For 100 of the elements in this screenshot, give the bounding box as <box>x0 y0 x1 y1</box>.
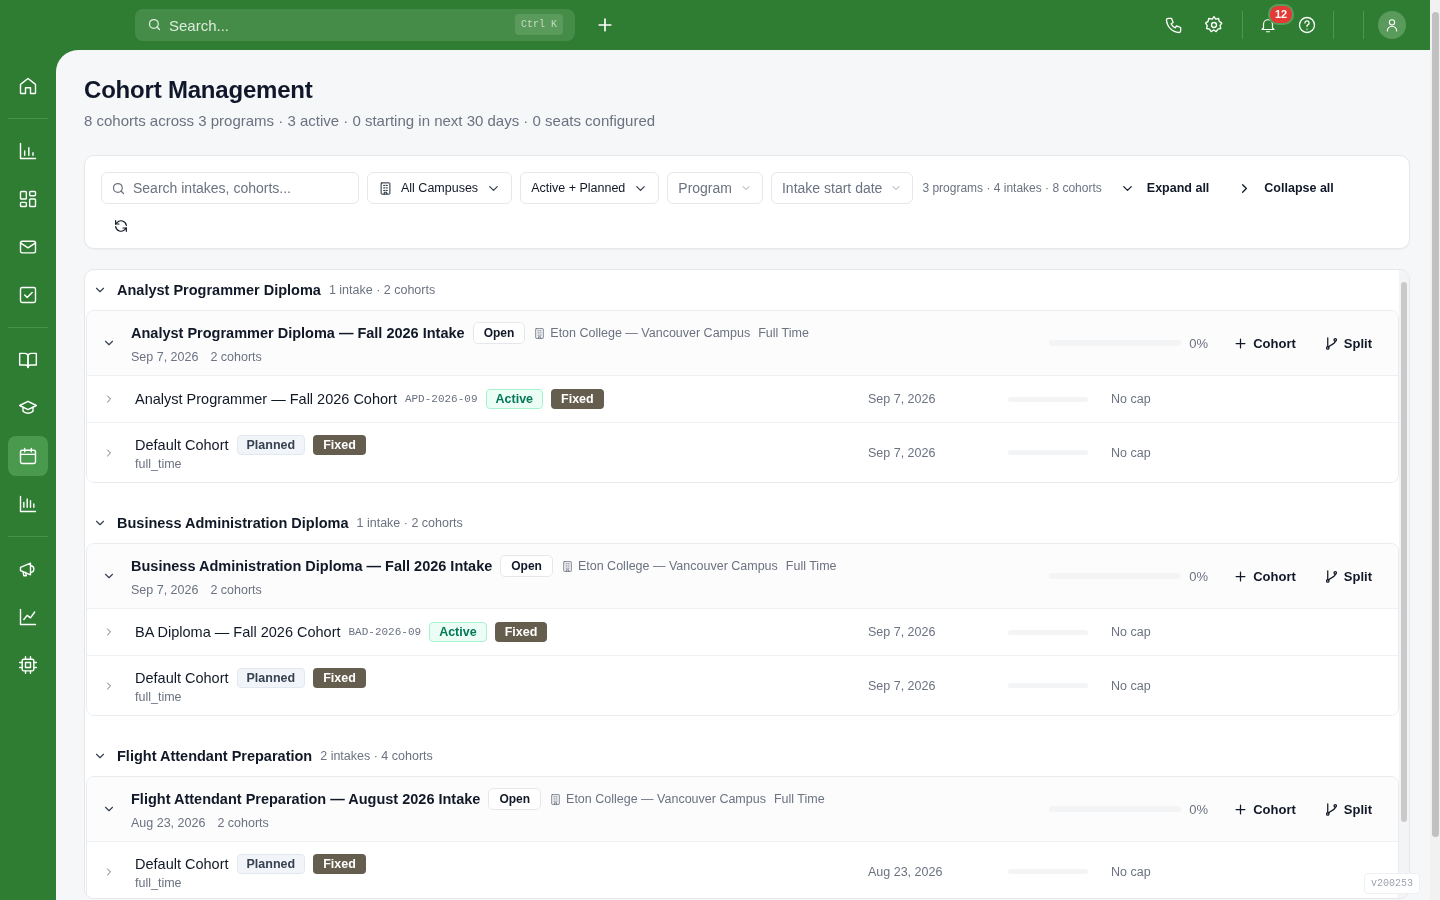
cohort-name: Default Cohort <box>135 436 229 453</box>
version-label: v200253 <box>1364 873 1420 894</box>
bell-icon <box>1259 16 1277 34</box>
cohort-code: APD-2026-09 <box>404 393 478 405</box>
enrollment-percent: 0% <box>1189 801 1209 817</box>
start-date: Sep 7, 2026 <box>131 583 199 597</box>
settings-button[interactable] <box>1204 15 1224 35</box>
checkbox-icon <box>18 285 38 305</box>
status-badge: Planned <box>236 434 306 455</box>
plus-icon <box>1233 335 1249 351</box>
branch-icon <box>1323 335 1339 351</box>
status-badge: Planned <box>236 667 306 688</box>
filter-dropdown[interactable]: Intake start date <box>771 172 914 204</box>
program-meta: 2 intakes · 4 cohorts <box>320 749 433 763</box>
type-badge: Fixed <box>551 389 604 409</box>
cohort-count: 2 cohorts <box>210 350 262 364</box>
capacity-label: No cap <box>1111 864 1151 879</box>
page-title: Cohort Management <box>84 76 314 104</box>
enrollment-percent: 0% <box>1189 335 1209 351</box>
expand-all-button[interactable]: Expand all <box>1113 180 1216 196</box>
building-icon <box>533 326 547 340</box>
intake-title: Flight Attendant Preparation — August 2026 Intake <box>131 791 481 807</box>
avatar-button[interactable] <box>1378 11 1406 39</box>
status-badge: Open <box>488 788 542 810</box>
cohort-count: 2 cohorts <box>217 816 269 830</box>
chip-icon <box>18 655 38 675</box>
help-button[interactable] <box>1297 15 1317 35</box>
refresh-icon <box>113 218 129 234</box>
filter-dropdown[interactable]: Program <box>667 172 763 204</box>
phone-button[interactable] <box>1164 15 1184 35</box>
home-icon <box>18 76 38 96</box>
program-name: Analyst Programmer Diploma <box>117 282 321 298</box>
intake-title: Business Administration Diploma — Fall 2026 Intake <box>131 558 493 574</box>
start-date: Sep 7, 2026 <box>868 392 936 406</box>
help-icon <box>1297 15 1317 35</box>
calendar-icon <box>18 446 38 466</box>
start-date: Sep 7, 2026 <box>868 678 936 693</box>
program-meta: 1 intake · 2 cohorts <box>356 516 463 530</box>
add-cohort-button[interactable]: Cohort <box>1233 801 1296 817</box>
cohort-name: Default Cohort <box>135 855 229 872</box>
book-icon <box>18 350 38 370</box>
filter-dropdown[interactable]: Active + Planned <box>520 172 660 204</box>
scrollbar[interactable] <box>1431 12 1439 837</box>
page-subtitle: 8 cohorts across 3 programs · 3 active · 0 starting in next 30 days · 0 seats configured <box>84 112 657 129</box>
cohort-schedule: full_time <box>135 456 183 471</box>
study-mode: Full Time <box>785 559 837 573</box>
start-date: Sep 7, 2026 <box>868 445 936 460</box>
notification-count: 12 <box>1268 4 1295 25</box>
cohort-name: BA Diploma — Fall 2026 Cohort <box>135 624 341 640</box>
bar-chart-icon <box>18 141 38 161</box>
campus-name: Eton College — Vancouver Campus <box>566 792 766 806</box>
study-mode: Full Time <box>773 792 825 806</box>
phone-icon <box>1164 15 1184 35</box>
cohort-schedule: full_time <box>135 875 183 890</box>
collapse-all-button[interactable]: Collapse all <box>1231 180 1340 196</box>
scrollbar[interactable] <box>1401 282 1407 822</box>
study-mode: Full Time <box>758 326 809 340</box>
settings-icon <box>1204 15 1224 35</box>
notifications-button[interactable] <box>1259 16 1277 34</box>
cohort-name: Analyst Programmer — Fall 2026 Cohort <box>135 391 397 407</box>
mail-icon <box>18 237 38 257</box>
intake-title: Analyst Programmer Diploma — Fall 2026 Intake <box>131 325 465 341</box>
status-badge: Open <box>500 555 553 577</box>
filter-summary: 3 programs · 4 intakes · 8 cohorts <box>922 181 1102 195</box>
cohort-code: BAD-2026-09 <box>348 626 422 638</box>
split-button[interactable]: Split <box>1323 568 1372 584</box>
branch-icon <box>1323 568 1339 584</box>
capacity-label: No cap <box>1111 445 1151 460</box>
status-badge: Active <box>429 622 487 642</box>
split-button[interactable]: Split <box>1323 335 1372 351</box>
bar-chart-icon <box>18 494 38 514</box>
line-chart-icon <box>18 607 38 627</box>
search-field[interactable]: Search intakes, cohorts... <box>101 172 359 204</box>
type-badge: Fixed <box>313 853 366 874</box>
status-badge: Open <box>472 322 526 344</box>
building-icon <box>549 792 563 806</box>
add-cohort-button[interactable]: Cohort <box>1233 335 1296 351</box>
status-badge: Planned <box>236 853 306 874</box>
sidebar-item[interactable] <box>8 436 48 476</box>
cohort-name: Default Cohort <box>135 669 229 686</box>
program-name: Business Administration Diploma <box>117 515 349 531</box>
refresh-button[interactable] <box>113 218 129 234</box>
dashboard-icon <box>18 189 38 209</box>
branch-icon <box>1323 801 1339 817</box>
campus-name: Eton College — Vancouver Campus <box>577 559 778 573</box>
start-date: Sep 7, 2026 <box>868 625 936 639</box>
filter-dropdown[interactable]: All Campuses <box>367 172 513 204</box>
add-cohort-button[interactable]: Cohort <box>1233 568 1296 584</box>
plus-icon <box>1233 801 1249 817</box>
start-date: Sep 7, 2026 <box>131 350 199 364</box>
campus-name: Eton College — Vancouver Campus <box>550 326 751 340</box>
program-meta: 1 intake · 2 cohorts <box>328 283 436 297</box>
building-icon <box>378 180 393 196</box>
user-icon <box>1384 17 1400 33</box>
start-date: Aug 23, 2026 <box>868 864 943 879</box>
enrollment-percent: 0% <box>1189 568 1209 584</box>
split-button[interactable]: Split <box>1323 801 1372 817</box>
type-badge: Fixed <box>313 434 366 455</box>
shortcut-hint: Ctrl K <box>515 14 563 35</box>
program-name: Flight Attendant Preparation <box>117 748 313 764</box>
